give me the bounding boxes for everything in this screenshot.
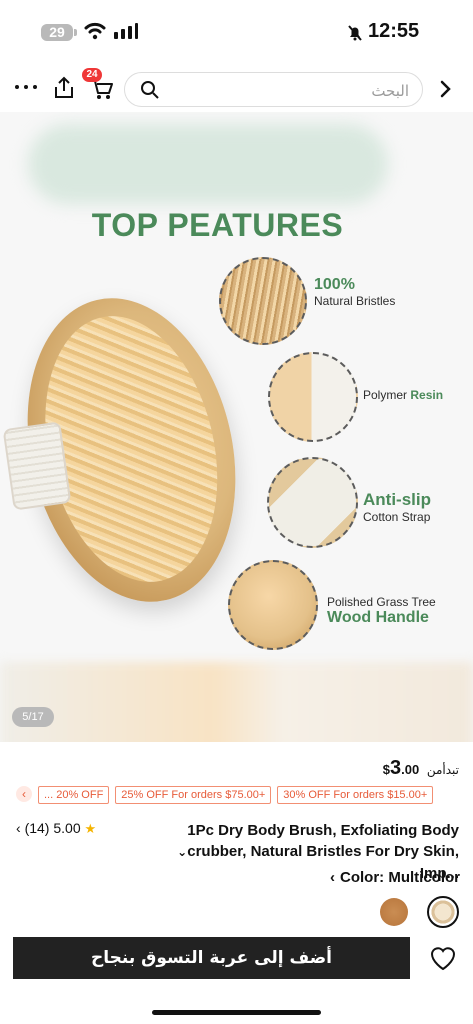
product-image-gallery[interactable]: TOP PEATURES 100% Natural Bristles Polym… — [0, 112, 473, 742]
discount-chips: ‹ ... 20% OFF 25% OFF For orders $75.00+… — [16, 786, 434, 804]
rating-summary[interactable]: ‹ (14) 5.00 ★ — [16, 820, 96, 837]
color-swatch-wood[interactable] — [380, 898, 408, 926]
review-count: (14) — [24, 820, 50, 836]
feature-circle-resin — [268, 352, 358, 442]
image-bottom-blur — [0, 662, 473, 742]
discount-chip[interactable]: 25% OFF For orders $75.00+ — [115, 786, 272, 804]
battery-indicator: 29 — [41, 24, 77, 41]
color-value: Color: Multicolor — [340, 869, 460, 886]
status-time: 12:55 — [368, 20, 420, 42]
feature-bristles-title: 100% — [314, 276, 355, 293]
expand-title-icon[interactable]: ⌄ — [177, 845, 187, 859]
cotton-strap-image — [2, 421, 72, 511]
feature-handle-title: Polished Grass Tree — [327, 595, 436, 609]
cart-count-badge: 24 — [82, 68, 102, 82]
price-prefix: تبدأمن — [426, 763, 459, 777]
discount-chip[interactable]: 30% OFF For orders $15.00+ — [277, 786, 434, 804]
feature-bristles-label: 100% Natural Bristles — [314, 276, 395, 308]
star-icon: ★ — [84, 821, 97, 836]
home-indicator — [152, 1010, 321, 1015]
feature-circle-bristles — [219, 257, 307, 345]
feature-resin-label: Polymer Resin — [363, 388, 443, 402]
color-label[interactable]: ‹ Color: Multicolor — [330, 869, 460, 886]
feature-handle-subtitle: Wood Handle — [327, 609, 429, 626]
rating-chevron-icon: ‹ — [16, 820, 21, 836]
rating-value: 5.00 — [53, 820, 81, 836]
feature-strap-title: Anti-slip — [363, 490, 431, 509]
price-symbol: $ — [382, 762, 391, 777]
gallery-headline: TOP PEATURES — [91, 207, 344, 243]
feature-circle-handle — [228, 560, 318, 650]
search-icon — [141, 81, 159, 99]
feature-resin-title: Polymer — [363, 388, 408, 402]
share-icon[interactable] — [53, 76, 75, 100]
price-minor: .00 — [401, 762, 420, 777]
price: $3.00 تبدأمن — [383, 757, 459, 780]
signal-icon — [114, 23, 138, 39]
more-menu-icon[interactable] — [14, 84, 38, 90]
color-swatch-selected[interactable] — [427, 896, 459, 928]
search-bar[interactable] — [124, 72, 423, 108]
wifi-icon — [84, 22, 106, 40]
back-icon[interactable] — [438, 79, 452, 99]
color-chevron-icon: ‹ — [330, 869, 335, 886]
product-title-line1: 1Pc Dry Body Brush, Exfoliating Body — [187, 822, 459, 839]
feature-strap-subtitle: Cotton Strap — [363, 510, 431, 524]
price-major: 3 — [390, 757, 402, 779]
status-bar: 29 12:55 — [0, 0, 473, 62]
top-toolbar: 24 — [0, 66, 473, 112]
add-to-cart-button[interactable]: أضف إلى عربة التسوق بنجاح — [13, 937, 410, 979]
image-counter: 5/17 — [12, 707, 54, 727]
heart-icon[interactable] — [429, 945, 457, 971]
feature-resin-subtitle: Resin — [410, 388, 444, 402]
mute-icon — [348, 25, 362, 41]
bottom-action-bar: أضف إلى عربة التسوق بنجاح — [0, 932, 473, 1024]
feature-strap-label: Anti-slip Cotton Strap — [363, 490, 431, 524]
discount-chip[interactable]: ... 20% OFF — [38, 786, 110, 804]
search-input[interactable] — [167, 73, 411, 108]
product-info: $3.00 تبدأمن ‹ ... 20% OFF 25% OFF For o… — [0, 742, 473, 932]
discount-chevron-icon[interactable]: ‹ — [16, 786, 32, 802]
image-top-blur — [28, 124, 388, 204]
feature-circle-strap — [267, 457, 358, 548]
feature-handle-label: Polished Grass Tree Wood Handle — [327, 595, 436, 627]
feature-bristles-subtitle: Natural Bristles — [314, 294, 396, 308]
